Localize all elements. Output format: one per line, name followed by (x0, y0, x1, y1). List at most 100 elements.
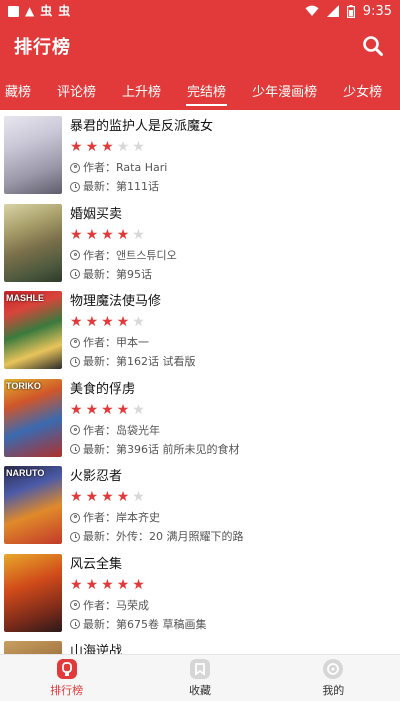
ranking-tabs: 藏榜 评论榜 上升榜 完结榜 少年漫画榜 少女榜青 (0, 70, 400, 110)
comic-cover[interactable]: MASHLE (4, 291, 62, 369)
latest-prefix: 最新： (83, 442, 116, 456)
latest-chapter: 第111话 (116, 180, 159, 193)
star-icon: ★ (70, 226, 83, 243)
comic-cover[interactable] (4, 641, 62, 654)
latest-prefix: 最新： (83, 530, 116, 543)
star-icon: ★ (85, 401, 99, 418)
list-item[interactable]: TORIKO 美食的俘虏 ★ ★ ★ ★ ★ 作者： 岛袋光年 最新： 第396话 前所未见的食材 (0, 373, 400, 461)
author-name: 岸本齐史 (116, 511, 160, 524)
star-icon: ★ (70, 576, 83, 593)
comic-title: 暴君的监护人是反派魔女 (70, 119, 214, 134)
star-icon: ★ (132, 314, 145, 330)
latest-chapter: 外传：20 满月照耀下的路 (116, 530, 244, 543)
nav-label: 我的 (322, 684, 345, 697)
list-item[interactable]: MASHLE 物理魔法使马修 ★ ★ ★ ★ ★ 作者： 甲本一 最新： 第162话 试看版 (0, 285, 400, 373)
nav-item-0[interactable]: 排行榜 (0, 655, 133, 701)
author-name: 马荣成 (116, 598, 149, 612)
comic-info: 婚姻买卖 ★ ★ ★ ★ ★ 作者： 앤트스튜디오 最新： 第95话 (70, 204, 400, 286)
tab-label: 完结榜 (187, 84, 227, 100)
status-time: 9:35 (362, 3, 392, 19)
star-icon: ★ (101, 314, 114, 330)
comic-info: 暴君的监护人是反派魔女 ★ ★ ★ ★ ★ 作者： Rata Hari 最新： 第111话 (70, 116, 400, 198)
bottom-nav: 排行榜 收藏 我的 (0, 654, 400, 701)
latest-row: 最新： 第95话 (70, 265, 400, 284)
author-row: 作者： Rata Hari (70, 158, 400, 177)
star-icon: ★ (70, 401, 83, 418)
comic-title: 山海逆战 (70, 644, 123, 654)
comic-info: 山海逆战 (70, 641, 400, 654)
comic-info: 火影忍者 ★ ★ ★ ★ ★ 作者： 岸本齐史 最新： 外传：20 满月照耀下的路 (70, 466, 400, 548)
author-row: 作者： 甲本一 (70, 333, 400, 352)
latest-chapter: 第675卷 草稿画集 (116, 617, 207, 631)
comic-cover[interactable]: TORIKO (4, 378, 62, 457)
cover-title-text: TORIKO (6, 380, 41, 391)
tabs-row: 藏榜 评论榜 上升榜 完结榜 少年漫画榜 少女榜青 (0, 70, 400, 110)
nav-item-1[interactable]: 收藏 (133, 655, 266, 701)
author-name: Rata Hari (116, 161, 168, 174)
tab-0[interactable]: 藏榜 (0, 70, 44, 110)
bookmark-icon (189, 658, 211, 682)
list-item[interactable]: 风云全集 ★ ★ ★ ★ ★ 作者： 马荣成 最新： 第675卷 草稿画集 (0, 548, 400, 636)
star-icon: ★ (116, 401, 130, 418)
list-item[interactable]: 暴君的监护人是反派魔女 ★ ★ ★ ★ ★ 作者： Rata Hari 最新： 第111话 (0, 110, 400, 198)
author-row: 作者： 앤트스튜디오 (70, 246, 400, 265)
star-icon: ★ (116, 576, 130, 593)
square-icon (8, 5, 19, 17)
tab-label: 少女榜 (343, 84, 383, 100)
clock-icon (70, 269, 80, 279)
tab-5[interactable]: 少女榜 (330, 70, 395, 110)
star-icon: ★ (116, 139, 130, 155)
latest-prefix: 最新： (83, 617, 116, 631)
star-icon: ★ (132, 401, 145, 418)
rating-stars: ★ ★ ★ ★ ★ (70, 224, 400, 246)
comic-cover[interactable] (4, 116, 62, 194)
user-icon (70, 337, 80, 348)
latest-row: 最新： 第675卷 草稿画集 (70, 615, 400, 634)
star-icon: ★ (85, 139, 99, 155)
author-name: 甲本一 (116, 336, 149, 349)
list-item[interactable]: 山海逆战 (0, 635, 400, 654)
latest-row: 最新： 第396话 前所未见的食材 (70, 440, 400, 459)
star-icon: ★ (132, 139, 145, 155)
star-icon: ★ (85, 226, 99, 243)
star-icon: ★ (132, 576, 145, 593)
nav-item-2[interactable]: 我的 (267, 655, 400, 701)
star-icon: ★ (101, 489, 114, 505)
author-prefix: 作者： (83, 511, 116, 524)
list-item[interactable]: 婚姻买卖 ★ ★ ★ ★ ★ 作者： 앤트스튜디오 最新： 第95话 (0, 198, 400, 286)
list-item[interactable]: NARUTO 火影忍者 ★ ★ ★ ★ ★ 作者： 岸本齐史 最新： 外传：20 满月照耀下的路 (0, 460, 400, 548)
comic-title: 风云全集 (70, 556, 123, 572)
star-icon: ★ (132, 489, 145, 505)
tab-4[interactable]: 少年漫画榜 (239, 70, 330, 110)
warning-icon: ▲ (25, 4, 35, 18)
star-icon: ★ (132, 226, 145, 243)
tab-1[interactable]: 评论榜 (44, 70, 109, 110)
author-prefix: 作者： (83, 336, 116, 349)
author-row: 作者： 马荣成 (70, 596, 400, 615)
tab-label: 藏榜 (5, 84, 32, 100)
clock-icon (70, 181, 80, 192)
tab-6[interactable]: 青 (395, 70, 400, 110)
status-bar-right: 9:35 (305, 4, 392, 19)
nav-label: 排行榜 (50, 684, 84, 697)
user-icon (70, 425, 80, 435)
rating-stars: ★ ★ ★ ★ ★ (70, 486, 400, 508)
comic-list: 暴君的监护人是反派魔女 ★ ★ ★ ★ ★ 作者： Rata Hari 最新： 第111话 婚姻买卖… (0, 110, 400, 654)
star-icon: ★ (116, 489, 130, 505)
tab-3[interactable]: 完结榜 (174, 70, 239, 110)
latest-prefix: 最新： (83, 267, 116, 281)
tab-label: 评论榜 (57, 84, 97, 100)
comic-cover[interactable]: NARUTO (4, 466, 62, 544)
profile-icon (322, 658, 344, 682)
signal-icon (326, 5, 339, 17)
tab-2[interactable]: 上升榜 (109, 70, 174, 110)
user-icon (70, 512, 80, 523)
comic-title: 物理魔法使马修 (70, 294, 162, 309)
star-icon: ★ (70, 139, 83, 155)
search-button[interactable] (362, 35, 384, 57)
comic-cover[interactable] (4, 553, 62, 632)
latest-prefix: 最新： (83, 180, 116, 193)
rating-stars: ★ ★ ★ ★ ★ (70, 311, 400, 333)
search-icon (363, 36, 383, 56)
comic-cover[interactable] (4, 203, 62, 282)
